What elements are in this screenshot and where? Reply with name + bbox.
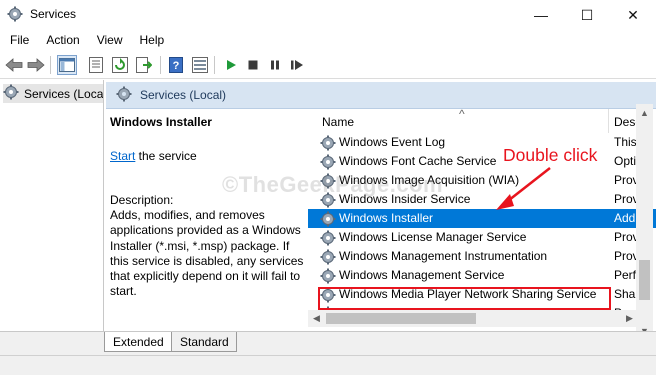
back-arrow-icon[interactable]	[4, 55, 24, 75]
maximize-button[interactable]: ☐	[564, 0, 610, 30]
console-tree: Services (Loca	[0, 80, 104, 355]
horizontal-scroll-thumb[interactable]	[326, 313, 476, 324]
annotation-text: Double click	[503, 145, 598, 165]
service-description: Add	[614, 211, 636, 225]
pane-header: Services (Local)	[106, 82, 656, 109]
sort-ascending-icon: ^	[459, 109, 465, 121]
list-column-header: ^ Name Desc	[308, 109, 656, 133]
forward-arrow-icon[interactable]	[26, 55, 46, 75]
service-name: Windows License Manager Service	[339, 230, 527, 244]
service-name: Windows Installer	[339, 211, 434, 225]
start-service-line: Start the service	[110, 149, 197, 163]
status-bar	[0, 355, 656, 375]
service-description: Opti	[614, 154, 637, 168]
service-description: Prov	[614, 230, 639, 244]
service-row[interactable]: Windows Font Cache Service Opti	[308, 152, 656, 171]
tab-extended[interactable]: Extended	[104, 332, 172, 352]
tab-standard[interactable]: Standard	[171, 332, 237, 352]
title-bar: Services — ☐ ✕	[0, 0, 656, 30]
service-description: Prov	[614, 192, 639, 206]
details-view-icon[interactable]	[190, 55, 210, 75]
horizontal-scrollbar[interactable]: ◀ ▶	[308, 310, 638, 327]
service-name: Windows Management Instrumentation	[339, 249, 548, 263]
stop-service-icon[interactable]	[243, 55, 263, 75]
menu-bar: File Action View Help	[0, 30, 656, 50]
menu-action[interactable]: Action	[36, 30, 86, 50]
column-header-name[interactable]: Name	[322, 115, 354, 129]
view-tabs: Extended Standard	[0, 331, 656, 355]
menu-help[interactable]: Help	[130, 30, 172, 50]
toolbar-separator	[50, 56, 51, 74]
vertical-scroll-thumb[interactable]	[639, 260, 650, 300]
scroll-up-arrow-icon[interactable]: ▲	[636, 104, 653, 121]
description-text: Adds, modifies, and removes applications…	[110, 208, 304, 299]
service-row[interactable]: Windows Event Log This	[308, 133, 656, 152]
service-row[interactable]: Windows Management Instrumentation Prov	[308, 247, 656, 266]
services-list: ^ Name Desc Windows Event Log This Windows…	[308, 109, 656, 329]
help-icon[interactable]: ?	[166, 55, 186, 75]
service-row[interactable]: Windows Installer Add	[308, 209, 656, 228]
menu-file[interactable]: File	[0, 30, 36, 50]
close-button[interactable]: ✕	[610, 0, 656, 30]
window-title: Services	[30, 7, 77, 21]
pane-title: Services (Local)	[140, 88, 227, 102]
description-panel: Windows Installer Start the service Desc…	[106, 109, 308, 355]
service-row[interactable]: Windows Management Service Perf	[308, 266, 656, 285]
annotation-arrow-icon	[496, 167, 551, 210]
restart-service-icon[interactable]	[287, 55, 307, 75]
service-row[interactable]: Windows License Manager Service Prov	[308, 228, 656, 247]
services-gear-icon	[3, 84, 19, 103]
toolbar: ?	[0, 50, 656, 79]
description-label: Description:	[110, 193, 174, 207]
start-service-suffix: the service	[135, 149, 197, 163]
export-list-icon[interactable]	[134, 55, 154, 75]
watermark: ©TheGeekPage.com	[222, 172, 444, 197]
scroll-left-arrow-icon[interactable]: ◀	[308, 310, 325, 327]
service-name: Windows Font Cache Service	[339, 154, 497, 168]
start-service-icon[interactable]	[221, 55, 241, 75]
start-service-link[interactable]: Start	[110, 149, 135, 163]
column-divider[interactable]	[608, 109, 609, 133]
annotation-highlight-box	[318, 287, 611, 310]
service-description: Perf	[614, 268, 637, 282]
service-name: Windows Management Service	[339, 268, 505, 282]
toolbar-separator	[160, 56, 161, 74]
minimize-button[interactable]: —	[518, 0, 564, 30]
scroll-right-arrow-icon[interactable]: ▶	[621, 310, 638, 327]
properties-icon[interactable]	[86, 55, 106, 75]
show-console-tree-icon[interactable]	[57, 55, 77, 75]
service-description: Prov	[614, 249, 639, 263]
menu-view[interactable]: View	[87, 30, 130, 50]
tree-item-services-local[interactable]: Services (Loca	[3, 84, 104, 103]
service-name: Windows Event Log	[339, 135, 446, 149]
services-gear-icon	[7, 6, 23, 22]
refresh-icon[interactable]	[110, 55, 130, 75]
selected-service-name: Windows Installer	[110, 115, 212, 129]
pause-service-icon[interactable]	[265, 55, 285, 75]
service-description: Prov	[614, 173, 639, 187]
service-description: This	[614, 135, 637, 149]
svg-text:?: ?	[173, 60, 180, 72]
services-gear-icon	[116, 86, 132, 105]
tree-item-label: Services (Loca	[24, 86, 104, 101]
vertical-scrollbar[interactable]: ▲ ▼	[636, 104, 653, 339]
toolbar-separator	[214, 56, 215, 74]
